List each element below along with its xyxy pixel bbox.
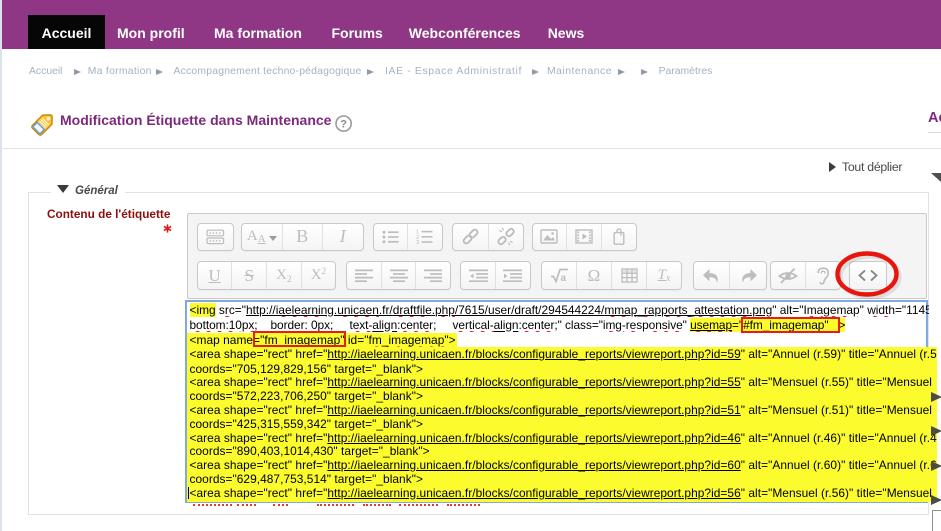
svg-text:?: ? (340, 119, 347, 131)
svg-text:a: a (560, 273, 566, 284)
svg-text:3: 3 (416, 240, 419, 244)
